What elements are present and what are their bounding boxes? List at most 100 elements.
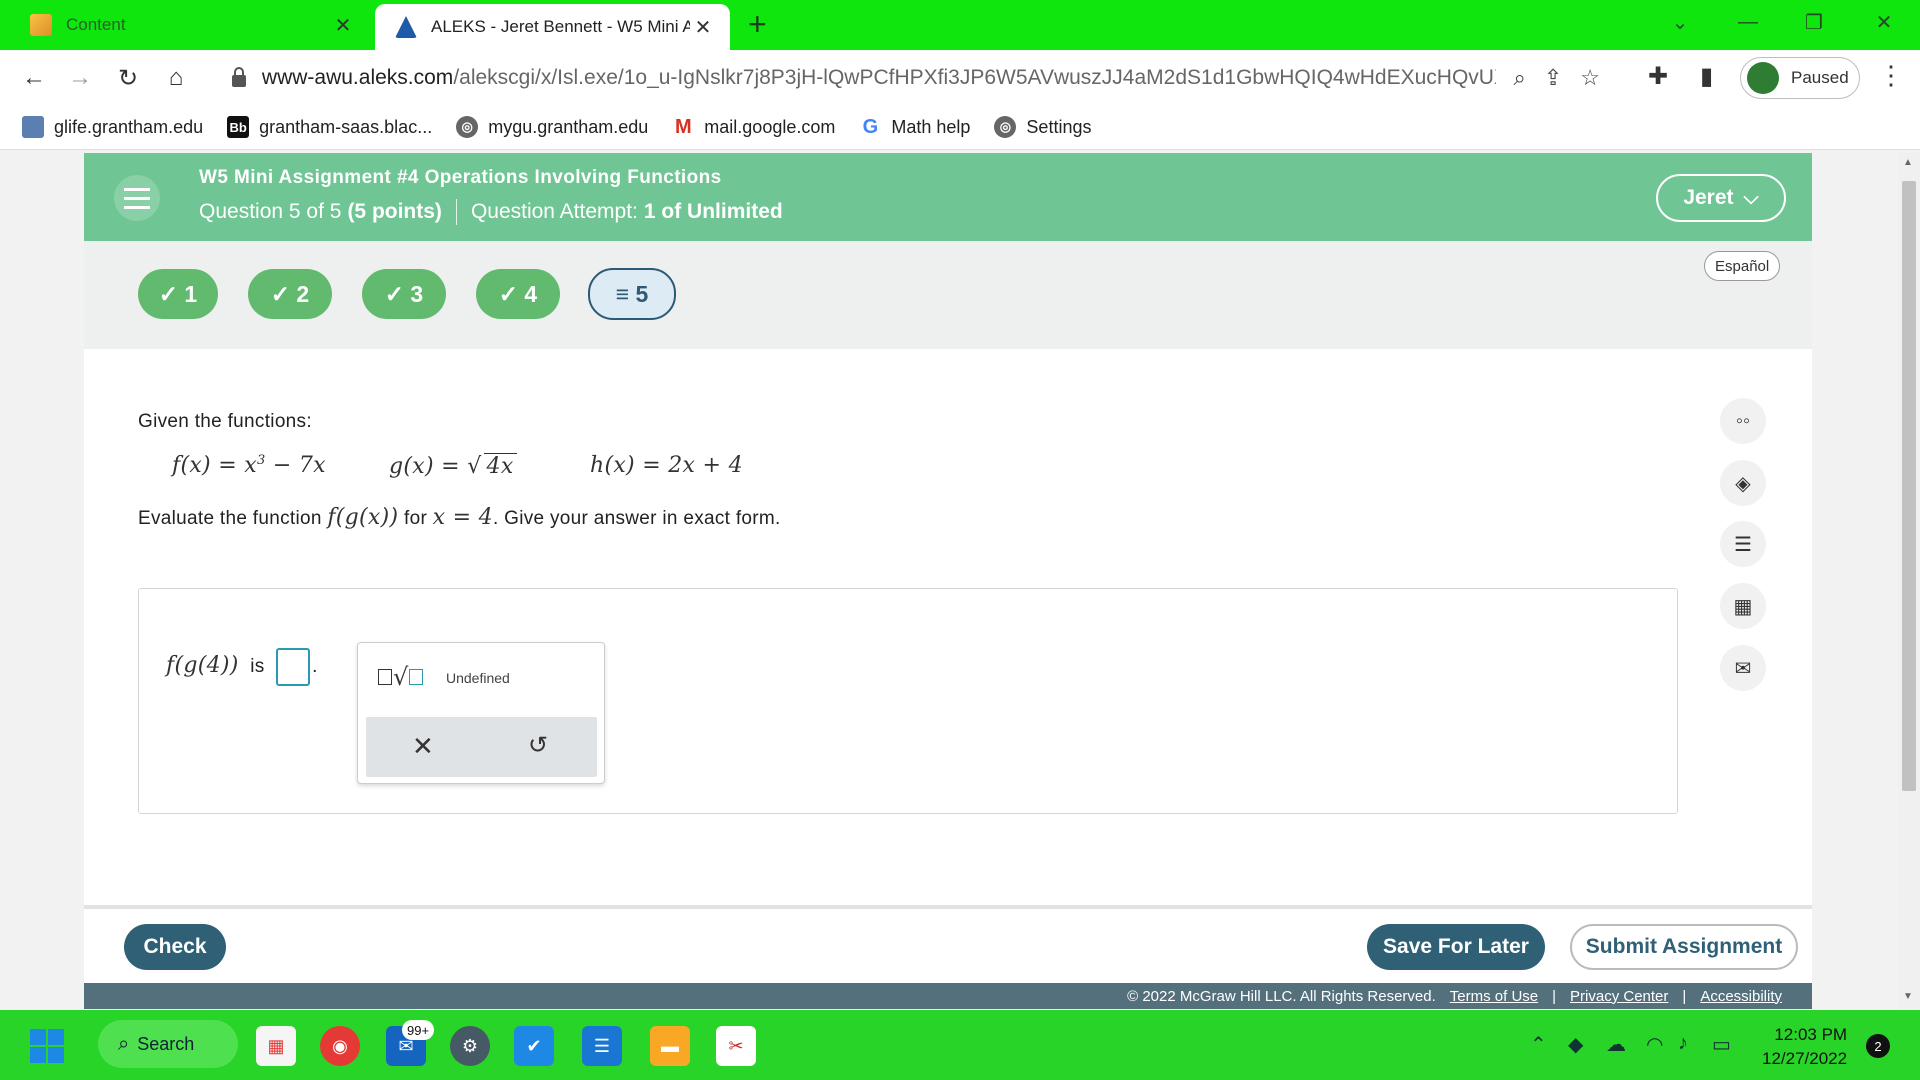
bookmark-star-icon[interactable]: ☆ — [1580, 65, 1600, 91]
bookmark-mygu[interactable]: ◎ mygu.grantham.edu — [456, 116, 648, 138]
terms-link[interactable]: Terms of Use — [1450, 988, 1538, 1005]
back-icon[interactable]: ← — [16, 60, 52, 96]
f-definition-rest: − 7x — [265, 453, 326, 478]
notes-icon[interactable]: ☰ — [1720, 521, 1766, 567]
bookmark-label: glife.grantham.edu — [54, 116, 204, 137]
nth-root-button[interactable]: √ — [378, 663, 424, 691]
bookmark-gmail[interactable]: M mail.google.com — [672, 116, 835, 138]
restore-icon[interactable]: ❐ — [1784, 0, 1844, 44]
question-navigator — [84, 241, 1812, 349]
minimize-icon[interactable]: — — [1718, 0, 1778, 44]
tab-content[interactable]: Content ✕ — [0, 0, 370, 50]
user-name: Jeret — [1683, 186, 1734, 209]
snipping-tool-icon[interactable]: ✂ — [716, 1026, 756, 1066]
answer-input[interactable] — [276, 648, 311, 686]
assignment-title: W5 Mini Assignment #4 Operations Involvi… — [199, 167, 722, 188]
scroll-up-icon[interactable]: ▲ — [1903, 157, 1913, 168]
clock-date: 12/27/2022 — [1762, 1049, 1848, 1068]
espanol-button[interactable]: Español — [1704, 251, 1781, 281]
security-icon[interactable]: ◆ — [1568, 1032, 1583, 1057]
home-icon[interactable]: ⌂ — [158, 60, 194, 96]
submit-assignment-button[interactable]: Submit Assignment — [1570, 924, 1798, 970]
prompt-text: . Give your answer in exact form. — [492, 508, 781, 529]
aleks-page: W5 Mini Assignment #4 Operations Involvi… — [84, 153, 1812, 1009]
g-radicand: 4x — [483, 453, 517, 479]
chrome-icon[interactable]: ◉ — [320, 1026, 360, 1066]
todo-icon[interactable]: ✔ — [514, 1026, 554, 1066]
prompt-text: for — [398, 508, 433, 529]
save-for-later-button[interactable]: Save For Later — [1367, 924, 1545, 970]
system-clock[interactable]: 12:03 PM 12/27/2022 — [1762, 1023, 1847, 1071]
tray-overflow-icon[interactable]: ⌃ — [1530, 1032, 1547, 1057]
question-nav-2[interactable]: ✓ 2 — [248, 269, 332, 319]
close-tab-icon[interactable]: ✕ — [690, 15, 716, 40]
extensions-icon[interactable]: ✚ — [1648, 62, 1668, 91]
profile-button[interactable]: Paused — [1740, 57, 1860, 99]
volume-icon[interactable]: ♪ — [1678, 1032, 1688, 1055]
clock-time: 12:03 PM — [1774, 1025, 1848, 1044]
answer-is: is — [250, 656, 265, 678]
scroll-thumb[interactable] — [1902, 181, 1916, 791]
clear-icon[interactable]: ✕ — [412, 731, 434, 762]
forward-icon[interactable]: → — [62, 60, 98, 96]
bookmark-math-help[interactable]: G Math help — [859, 116, 971, 138]
prompt-text: Evaluate the function — [138, 508, 328, 529]
bookmark-label: grantham-saas.blac... — [259, 116, 433, 137]
close-tab-icon[interactable]: ✕ — [330, 13, 356, 38]
function-g: g(x) = √ 4x — [389, 453, 517, 479]
battery-icon[interactable]: ▭ — [1712, 1032, 1731, 1057]
address-bar[interactable]: www-awu.aleks.com/alekscgi/x/Isl.exe/1o_… — [220, 56, 1600, 100]
explanation-icon[interactable]: ◈ — [1720, 460, 1766, 506]
profile-status: Paused — [1791, 68, 1849, 87]
taskbar-search[interactable]: ⌕ Search — [98, 1020, 238, 1068]
mail-icon[interactable]: ✉ — [1720, 645, 1766, 691]
browser-menu-icon[interactable]: ⋮ — [1878, 60, 1904, 91]
bookmark-blackboard[interactable]: Bb grantham-saas.blac... — [227, 116, 432, 138]
user-menu-button[interactable]: Jeret ⌵ — [1656, 174, 1786, 222]
wifi-icon[interactable]: ◠ — [1646, 1032, 1663, 1057]
attempt-label: Question Attempt: — [470, 200, 638, 223]
answer-line: f(g(4)) is . — [166, 648, 318, 686]
attempt-value: 1 of Unlimited — [643, 200, 783, 223]
new-tab-button[interactable]: + — [748, 6, 767, 43]
bookmark-settings[interactable]: ◎ Settings — [994, 116, 1091, 138]
question-nav-3[interactable]: ✓ 3 — [362, 269, 446, 319]
onedrive-icon[interactable]: ☁ — [1606, 1032, 1626, 1057]
question-nav-4[interactable]: ✓ 4 — [476, 269, 560, 319]
undefined-button[interactable]: Undefined — [446, 670, 510, 686]
question-nav-5-current[interactable]: ≡ 5 — [588, 268, 676, 320]
math-palette: √ Undefined ✕ ↺ — [357, 642, 605, 784]
accessibility-link[interactable]: Accessibility — [1700, 988, 1782, 1005]
share-icon[interactable]: ⇪ — [1544, 65, 1562, 91]
settings-app-icon[interactable]: ⚙ — [450, 1026, 490, 1066]
calculator-icon[interactable]: ▦ — [1720, 583, 1766, 629]
chevron-down-icon: ⌵ — [1743, 186, 1759, 209]
undo-icon[interactable]: ↺ — [528, 731, 548, 760]
privacy-link[interactable]: Privacy Center — [1570, 988, 1668, 1005]
side-panel-icon[interactable]: ▮ — [1700, 62, 1713, 91]
function-h: h(x) = 2x + 4 — [590, 453, 743, 478]
scroll-down-icon[interactable]: ▼ — [1903, 991, 1913, 1002]
question-nav-1[interactable]: ✓ 1 — [138, 269, 218, 319]
notepad-icon[interactable]: ☰ — [582, 1026, 622, 1066]
start-button[interactable] — [30, 1029, 64, 1063]
bookmark-glife[interactable]: glife.grantham.edu — [22, 116, 203, 138]
tab-aleks[interactable]: ALEKS - Jeret Bennett - W5 Mini A ✕ — [375, 4, 730, 50]
check-button[interactable]: Check — [124, 924, 226, 970]
question-info: Question 5 of 5 (5 points) Question Atte… — [199, 199, 783, 225]
notification-badge[interactable]: 2 — [1866, 1034, 1890, 1058]
bookmark-label: Math help — [891, 116, 971, 137]
page-scrollbar[interactable]: ▲ ▼ — [1898, 153, 1920, 1009]
browser-toolbar: ← → ↻ ⌂ www-awu.aleks.com/alekscgi/x/Isl… — [0, 50, 1920, 105]
reload-icon[interactable]: ↻ — [110, 60, 146, 96]
bookmark-label: mygu.grantham.edu — [488, 116, 649, 137]
store-icon[interactable]: ▦ — [256, 1026, 296, 1066]
file-explorer-icon[interactable]: ▬ — [650, 1026, 690, 1066]
close-window-icon[interactable]: ✕ — [1854, 0, 1914, 44]
glasses-icon[interactable]: ◦◦ — [1720, 398, 1766, 444]
radical-icon: √ — [393, 663, 409, 691]
zoom-icon[interactable]: ⌕ — [1514, 65, 1526, 91]
radical-icon: √ — [467, 454, 482, 479]
hamburger-menu-icon[interactable] — [114, 175, 160, 221]
tab-search-icon[interactable]: ⌄ — [1650, 0, 1710, 44]
